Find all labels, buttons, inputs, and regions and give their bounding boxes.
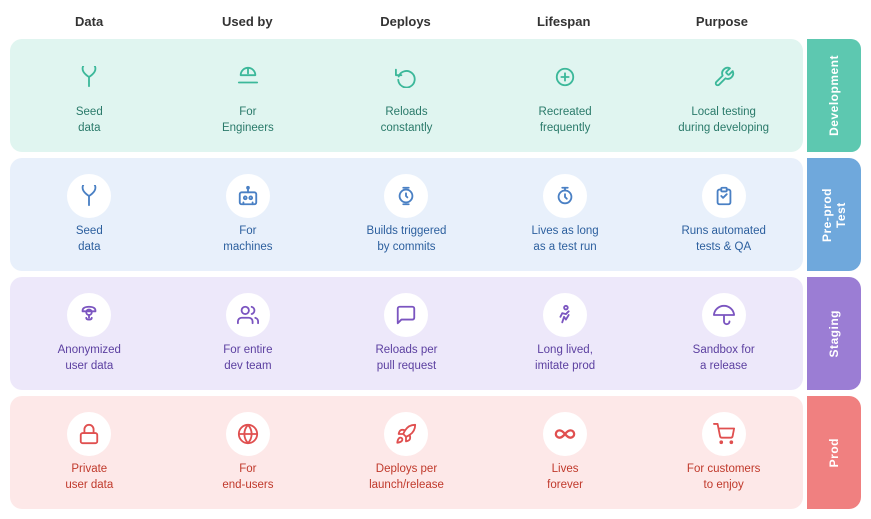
- cell-icon: [384, 293, 428, 337]
- env-label: Prod: [807, 396, 861, 509]
- cell-icon: [543, 293, 587, 337]
- table-cell: For customers to enjoy: [644, 404, 803, 501]
- table-cell: Deploys per launch/release: [327, 404, 486, 501]
- cell-icon: [543, 174, 587, 218]
- table-cell: Seed data: [10, 166, 169, 263]
- table-cell: Reloads per pull request: [327, 285, 486, 382]
- cell-icon: [226, 174, 270, 218]
- cell-icon: [384, 174, 428, 218]
- table-cell: Local testing during developing: [644, 47, 803, 144]
- cell-icon: [702, 174, 746, 218]
- cell-label: Builds triggered by commits: [367, 224, 447, 255]
- cell-label: Sandbox for a release: [693, 343, 755, 374]
- row-cells-staging: Anonymized user data For entire dev team R…: [10, 277, 803, 390]
- header-cell: Data: [10, 10, 168, 33]
- table-cell: Long lived, imitate prod: [486, 285, 645, 382]
- row-cells-test: Seed data For machines Builds triggered by…: [10, 158, 803, 271]
- table-cell: For entire dev team: [169, 285, 328, 382]
- cell-icon: [226, 293, 270, 337]
- row-development: Seed data For Engineers Reloads constantly…: [10, 39, 861, 152]
- cell-icon: [67, 174, 111, 218]
- grid-wrapper: Seed data For Engineers Reloads constantly…: [10, 39, 861, 509]
- table-cell: Lives forever: [486, 404, 645, 501]
- cell-icon: [702, 293, 746, 337]
- cell-icon: [67, 55, 111, 99]
- cell-icon: [543, 55, 587, 99]
- cell-icon: [384, 412, 428, 456]
- cell-icon: [702, 412, 746, 456]
- cell-label: For Engineers: [222, 105, 274, 136]
- row-cells-development: Seed data For Engineers Reloads constantly…: [10, 39, 803, 152]
- cell-icon: [67, 293, 111, 337]
- cell-label: Deploys per launch/release: [369, 462, 444, 493]
- row-cells-prod: Private user data For end-users Deploys pe…: [10, 396, 803, 509]
- table-cell: Lives as long as a test run: [486, 166, 645, 263]
- cell-icon: [67, 412, 111, 456]
- cell-label: Long lived, imitate prod: [535, 343, 595, 374]
- cell-icon: [543, 412, 587, 456]
- header-cell: Deploys: [326, 10, 484, 33]
- cell-label: Runs automated tests & QA: [681, 224, 765, 255]
- cell-icon: [702, 55, 746, 99]
- cell-label: For end-users: [222, 462, 273, 493]
- cell-label: Reloads constantly: [381, 105, 433, 136]
- table-cell: Recreated frequently: [486, 47, 645, 144]
- cell-label: Local testing during developing: [678, 105, 769, 136]
- table-cell: For machines: [169, 166, 328, 263]
- table-cell: Sandbox for a release: [644, 285, 803, 382]
- cell-label: Lives forever: [547, 462, 583, 493]
- table-cell: Private user data: [10, 404, 169, 501]
- cell-label: Private user data: [65, 462, 113, 493]
- env-label: Development: [807, 39, 861, 152]
- table-cell: Builds triggered by commits: [327, 166, 486, 263]
- table-cell: Runs automated tests & QA: [644, 166, 803, 263]
- cell-icon: [226, 412, 270, 456]
- cell-icon: [384, 55, 428, 99]
- row-staging: Anonymized user data For entire dev team R…: [10, 277, 861, 390]
- cell-label: Seed data: [76, 105, 103, 136]
- table-cell: For end-users: [169, 404, 328, 501]
- cell-label: Seed data: [76, 224, 103, 255]
- table-cell: Reloads constantly: [327, 47, 486, 144]
- header-cell: Used by: [168, 10, 326, 33]
- env-label: Staging: [807, 277, 861, 390]
- cell-icon: [226, 55, 270, 99]
- cell-label: For entire dev team: [223, 343, 272, 374]
- cell-label: Lives as long as a test run: [532, 224, 599, 255]
- table-cell: Anonymized user data: [10, 285, 169, 382]
- header-cell: Lifespan: [485, 10, 643, 33]
- header-cell: Purpose: [643, 10, 801, 33]
- table-cell: Seed data: [10, 47, 169, 144]
- row-prod: Private user data For end-users Deploys pe…: [10, 396, 861, 509]
- cell-label: Reloads per pull request: [375, 343, 437, 374]
- table-cell: For Engineers: [169, 47, 328, 144]
- cell-label: Recreated frequently: [539, 105, 592, 136]
- cell-label: Anonymized user data: [58, 343, 121, 374]
- cell-label: For machines: [223, 224, 272, 255]
- main-container: DataUsed byDeploysLifespanPurpose Seed d…: [0, 0, 871, 519]
- env-label: Pre-prod Test: [807, 158, 861, 271]
- header-row: DataUsed byDeploysLifespanPurpose: [10, 10, 861, 33]
- row-test: Seed data For machines Builds triggered by…: [10, 158, 861, 271]
- cell-label: For customers to enjoy: [687, 462, 761, 493]
